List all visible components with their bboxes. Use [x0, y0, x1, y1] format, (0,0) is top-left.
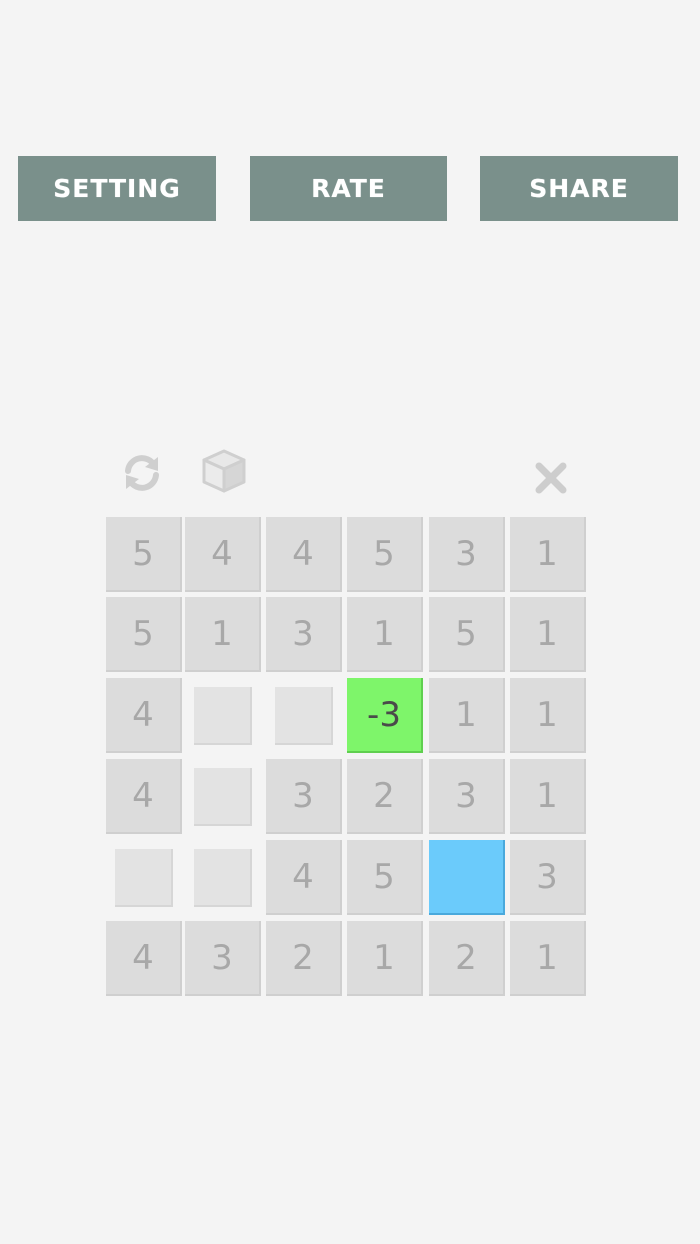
- board-cell-r1-c2[interactable]: 4: [185, 517, 261, 592]
- board-cell-r6-c4[interactable]: 1: [347, 921, 423, 996]
- empty-slot[interactable]: [115, 848, 173, 907]
- board-cell-r6-c3[interactable]: 2: [266, 921, 342, 996]
- game-board: 5 4 4 5 3 1 5 1 3 1 5 1 4 -3 1 1 4 3 2 3 1 4 5 3 4 3 2 1 2 1: [106, 517, 590, 1001]
- board-cell-r1-c6[interactable]: 1: [510, 517, 586, 592]
- close-icon[interactable]: [527, 454, 575, 502]
- rate-button[interactable]: RATE: [250, 156, 447, 221]
- board-cell-r2-c5[interactable]: 5: [429, 597, 505, 672]
- board-cell-r1-c4[interactable]: 5: [347, 517, 423, 592]
- board-cell-r6-c1[interactable]: 4: [106, 921, 182, 996]
- board-cell-r3-c1[interactable]: 4: [106, 678, 182, 753]
- board-cell-r5-c6[interactable]: 3: [510, 840, 586, 915]
- board-cell-r4-c6[interactable]: 1: [510, 759, 586, 834]
- board-cell-r3-c3[interactable]: [266, 678, 342, 753]
- board-cell-r2-c2[interactable]: 1: [185, 597, 261, 672]
- board-cell-r3-c5[interactable]: 1: [429, 678, 505, 753]
- setting-button[interactable]: SETTING: [18, 156, 216, 221]
- board-cell-r6-c2[interactable]: 3: [185, 921, 261, 996]
- board-cell-r5-c2[interactable]: [185, 840, 261, 915]
- board-cell-r3-c6[interactable]: 1: [510, 678, 586, 753]
- board-cell-r2-c1[interactable]: 5: [106, 597, 182, 672]
- board-cell-r6-c5[interactable]: 2: [429, 921, 505, 996]
- board-cell-r2-c4[interactable]: 1: [347, 597, 423, 672]
- board-cell-r4-c1[interactable]: 4: [106, 759, 182, 834]
- share-button[interactable]: SHARE: [480, 156, 678, 221]
- board-cell-r4-c5[interactable]: 3: [429, 759, 505, 834]
- board-cell-r5-c1[interactable]: [106, 840, 182, 915]
- empty-slot[interactable]: [194, 686, 252, 745]
- board-cell-r6-c6[interactable]: 1: [510, 921, 586, 996]
- empty-slot[interactable]: [194, 767, 252, 826]
- board-cell-r1-c5[interactable]: 3: [429, 517, 505, 592]
- board-cell-r5-c3[interactable]: 4: [266, 840, 342, 915]
- board-cell-r4-c3[interactable]: 3: [266, 759, 342, 834]
- board-cell-r1-c3[interactable]: 4: [266, 517, 342, 592]
- board-cell-r5-c4[interactable]: 5: [347, 840, 423, 915]
- empty-slot[interactable]: [194, 848, 252, 907]
- board-cell-r1-c1[interactable]: 5: [106, 517, 182, 592]
- board-cell-r3-c2[interactable]: [185, 678, 261, 753]
- refresh-icon[interactable]: [118, 449, 166, 497]
- board-cell-r2-c6[interactable]: 1: [510, 597, 586, 672]
- cursor-cell[interactable]: [429, 840, 505, 915]
- selected-cell[interactable]: -3: [347, 678, 423, 753]
- cube-icon[interactable]: [200, 447, 248, 495]
- empty-slot[interactable]: [275, 686, 333, 745]
- board-cell-r4-c2[interactable]: [185, 759, 261, 834]
- board-cell-r2-c3[interactable]: 3: [266, 597, 342, 672]
- board-cell-r4-c4[interactable]: 2: [347, 759, 423, 834]
